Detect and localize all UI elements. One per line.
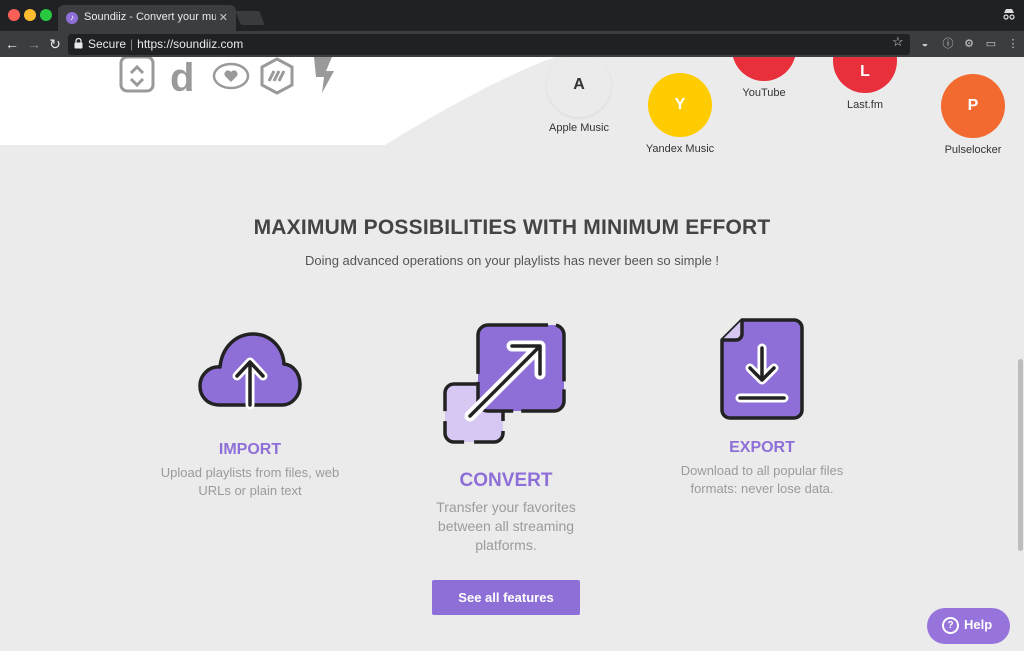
window-close-button[interactable]	[8, 9, 20, 21]
feature-export: EXPORT Download to all popular files for…	[672, 318, 852, 498]
extension-icon[interactable]: ▭	[984, 37, 998, 51]
incognito-icon[interactable]	[1002, 8, 1016, 22]
service-apple-music[interactable]: A Apple Music	[545, 57, 613, 134]
close-icon[interactable]: ✕	[219, 11, 228, 24]
tab-title: Soundiiz - Convert your music	[84, 11, 216, 23]
svg-text:d: d	[170, 57, 194, 95]
hexagon-logo-icon	[260, 57, 294, 95]
feature-title: EXPORT	[729, 439, 795, 456]
menu-kebab-icon[interactable]: ⋮	[1006, 37, 1020, 51]
feature-title: CONVERT	[459, 470, 553, 491]
section-headline: MAXIMUM POSSIBILITIES WITH MINIMUM EFFOR…	[253, 216, 771, 239]
service-name: Last.fm	[846, 99, 884, 111]
back-arrow-icon[interactable]: ←	[3, 35, 21, 53]
feature-convert: CONVERT Transfer your favorites between …	[420, 322, 592, 555]
chat-heart-logo-icon	[212, 62, 250, 90]
feature-description: Download to all popular files formats: n…	[680, 463, 844, 496]
bolt-logo-icon	[314, 57, 334, 93]
help-button[interactable]: ? Help	[927, 608, 1010, 644]
saavn-logo-icon	[119, 57, 155, 93]
deezer-d-logo-icon: d	[170, 57, 194, 95]
see-all-features-button[interactable]: See all features	[432, 580, 580, 615]
reload-icon[interactable]: ↻	[46, 35, 64, 53]
secure-label: Secure	[88, 37, 127, 51]
service-circle: Y	[648, 73, 712, 137]
browser-tab[interactable]: ♪ Soundiiz - Convert your music ✕	[58, 5, 236, 31]
soundiiz-page: d A Apple Music Y Yandex Music YouTube L…	[0, 57, 1024, 651]
feature-description: Transfer your favorites between all stre…	[436, 499, 576, 553]
info-extension-icon[interactable]: ⓘ	[941, 37, 955, 51]
bookmark-star-icon[interactable]: ☆	[892, 34, 904, 50]
service-lastfm[interactable]: L Last.fm	[832, 57, 898, 111]
feature-title: IMPORT	[218, 441, 282, 458]
service-name: Apple Music	[549, 122, 609, 134]
forward-arrow-icon[interactable]: →	[25, 35, 43, 53]
service-initial: A	[573, 76, 585, 93]
service-pulselocker[interactable]: P Pulselocker	[937, 74, 1009, 156]
window-minimize-button[interactable]	[24, 9, 36, 21]
browser-titlebar: ♪ Soundiiz - Convert your music ✕	[0, 0, 1024, 31]
soundiiz-favicon-icon: ♪	[66, 12, 78, 24]
question-icon: ?	[942, 617, 959, 634]
new-tab-button[interactable]	[235, 11, 265, 25]
url-separator: |	[130, 37, 134, 51]
service-name: YouTube	[742, 87, 786, 99]
service-circle	[732, 57, 796, 81]
gear-extension-icon[interactable]: ⚙	[962, 37, 976, 51]
cloud-upload-icon	[198, 332, 302, 410]
feature-import: IMPORT Upload playlists from files, web …	[150, 329, 350, 500]
section-subline: Doing advanced operations on your playli…	[304, 253, 720, 268]
service-yandex-music[interactable]: Y Yandex Music	[642, 73, 718, 155]
service-initial: P	[967, 97, 979, 114]
service-name: Yandex Music	[645, 143, 715, 155]
pocket-extension-icon[interactable]: ◒	[918, 37, 932, 51]
service-initial: L	[860, 63, 870, 80]
convert-arrow-icon	[443, 323, 566, 444]
file-download-icon	[720, 318, 804, 420]
lock-icon	[74, 38, 83, 49]
scrollbar-thumb[interactable]	[1018, 359, 1023, 551]
help-label: Help	[964, 617, 993, 632]
feature-description: Upload playlists from files, web URLs or…	[160, 465, 340, 498]
address-bar[interactable]: Secure | https://soundiiz.com	[68, 34, 910, 55]
service-circle: P	[941, 74, 1005, 138]
url-text: https://soundiiz.com	[137, 37, 244, 51]
service-circle: L	[833, 57, 897, 93]
service-youtube[interactable]: YouTube	[731, 57, 797, 99]
service-circle: A	[547, 57, 611, 117]
browser-toolbar: ← → ↻ Secure | https://soundiiz.com ☆ ◒ ⓘ …	[0, 31, 1024, 57]
page-scrollbar[interactable]	[1015, 57, 1024, 651]
service-name: Pulselocker	[944, 144, 1002, 156]
service-initial: Y	[674, 96, 686, 113]
window-maximize-button[interactable]	[40, 9, 52, 21]
